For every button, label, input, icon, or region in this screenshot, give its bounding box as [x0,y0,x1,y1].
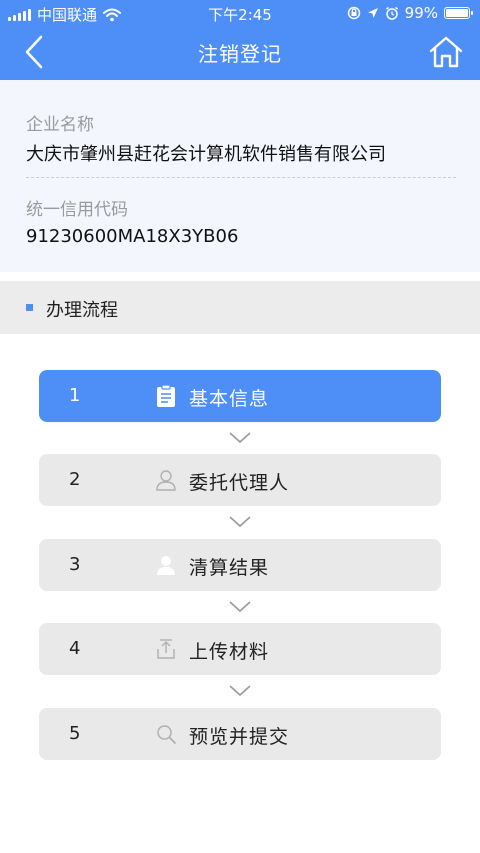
process-section-header: 办理流程 [0,281,480,334]
person-outline-icon [156,470,176,491]
step-label: 基本信息 [189,388,270,410]
chevron-down-icon [229,601,251,613]
top-bar: 中国联通 下午2:45 99% 注销登记 [0,0,480,80]
step-label: 委托代理人 [189,472,290,494]
step-number: 1 [69,385,81,406]
step-basic-info[interactable]: 1 基本信息 [39,370,441,422]
search-icon [157,725,176,744]
company-name-label: 企业名称 [26,115,94,135]
step-label: 清算结果 [189,557,270,579]
step-liquidation[interactable]: 3 清算结果 [39,539,441,591]
alarm-icon [385,6,398,20]
step-number: 2 [69,469,81,490]
status-bar: 中国联通 下午2:45 99% [0,0,480,28]
home-button[interactable] [426,32,466,72]
credit-code-label: 统一信用代码 [26,200,128,220]
step-label: 预览并提交 [189,726,290,748]
battery-icon [444,7,473,19]
person-icon [157,556,175,575]
step-label: 上传材料 [189,641,270,663]
step-number: 5 [69,723,81,744]
step-upload[interactable]: 4 上传材料 [39,623,441,675]
clipboard-icon [157,384,175,407]
credit-code-value: 91230600MA18X3YB06 [26,226,239,247]
step-preview-submit[interactable]: 5 预览并提交 [39,708,441,760]
company-name-value: 大庆市肇州县赶花会计算机软件销售有限公司 [26,144,386,165]
location-icon [367,8,378,18]
chevron-down-icon [229,432,251,444]
chevron-down-icon [229,685,251,697]
section-marker [26,304,33,311]
chevron-down-icon [229,516,251,528]
step-number: 4 [69,638,81,659]
company-info-panel: 企业名称 大庆市肇州县赶花会计算机软件销售有限公司 统一信用代码 9123060… [0,80,480,272]
step-number: 3 [69,554,81,575]
upload-icon [157,639,175,659]
info-divider [26,177,456,178]
rotation-lock-icon [347,6,360,20]
page-title: 注销登记 [198,42,282,66]
battery-percent: 99% [404,4,438,22]
step-agent[interactable]: 2 委托代理人 [39,454,441,506]
status-right: 99% [347,4,473,22]
process-title: 办理流程 [46,300,118,321]
home-icon [429,36,463,68]
